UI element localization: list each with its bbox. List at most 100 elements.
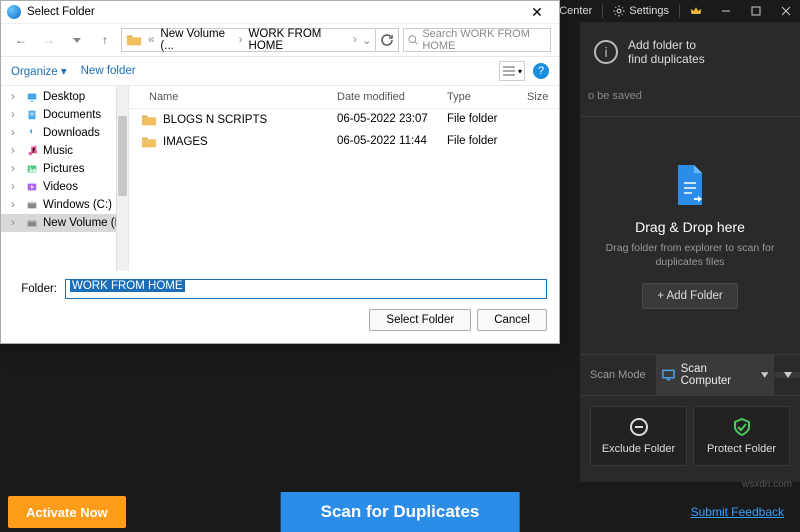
dialog-footer: Folder: WORK FROM HOME Select Folder Can…	[1, 271, 559, 343]
search-icon	[408, 34, 418, 46]
folder-icon	[141, 113, 157, 127]
dialog-body: ›Desktop›Documents›Downloads›Music›Pictu…	[1, 85, 559, 271]
organize-button[interactable]: Organize ▾	[11, 64, 67, 78]
dialog-close-button[interactable]: ✕	[521, 1, 553, 23]
dialog-sidebar: ›Desktop›Documents›Downloads›Music›Pictu…	[1, 86, 129, 271]
exclude-icon	[629, 417, 649, 437]
folder-icon	[141, 135, 157, 149]
hint-line1: Add folder to	[628, 38, 705, 52]
scan-mode-select[interactable]: Scan Computer	[656, 355, 774, 395]
settings-label: Settings	[629, 5, 669, 17]
expand-icon: ›	[11, 91, 21, 103]
file-name: IMAGES	[163, 136, 208, 148]
protect-label: Protect Folder	[707, 443, 776, 455]
forward-button[interactable]: →	[37, 28, 61, 52]
file-list-header[interactable]: Name Date modified Type Size	[129, 86, 559, 109]
item-icon	[25, 127, 39, 139]
folder-row: Folder: WORK FROM HOME	[13, 279, 547, 299]
select-folder-button[interactable]: Select Folder	[369, 309, 471, 331]
divider	[602, 4, 603, 18]
item-icon	[25, 181, 39, 193]
scan-mode-value: Scan Computer	[681, 363, 755, 387]
scan-mode-label: Scan Mode	[580, 361, 656, 389]
crown-button[interactable]	[682, 0, 710, 22]
sidebar-item[interactable]: ›Downloads	[1, 124, 128, 142]
drop-zone[interactable]: Drag & Drop here Drag folder from explor…	[580, 117, 800, 354]
new-folder-button[interactable]: New folder	[81, 65, 136, 77]
up-button[interactable]: ↑	[93, 28, 117, 52]
item-icon	[25, 163, 39, 175]
sidebar-label: New Volume (D	[43, 217, 123, 229]
recent-dropdown[interactable]	[65, 28, 89, 52]
col-type[interactable]: Type	[439, 91, 519, 103]
dialog-titlebar[interactable]: Select Folder ✕	[1, 1, 559, 23]
sidebar-item[interactable]: ›Desktop	[1, 88, 128, 106]
folder-input[interactable]: WORK FROM HOME	[65, 279, 547, 299]
minimize-button[interactable]	[712, 0, 740, 22]
chevron-down-icon	[73, 38, 81, 43]
col-name[interactable]: Name	[129, 91, 329, 103]
sidebar-scrollbar[interactable]	[116, 86, 128, 271]
dialog-nav: ← → ↑ « New Volume (... › WORK FROM HOME…	[1, 23, 559, 57]
drop-subtitle: Drag folder from explorer to scan for du…	[592, 241, 788, 269]
scan-duplicates-button[interactable]: Scan for Duplicates	[281, 492, 520, 532]
col-size[interactable]: Size	[519, 91, 559, 103]
file-size	[519, 113, 559, 127]
bottom-bar: Activate Now Scan for Duplicates Submit …	[0, 492, 800, 532]
info-icon: i	[594, 40, 618, 64]
breadcrumb[interactable]: « New Volume (... › WORK FROM HOME › ⌄	[121, 28, 399, 52]
file-row[interactable]: IMAGES06-05-2022 11:44File folder	[129, 131, 559, 153]
refresh-icon	[380, 33, 394, 47]
help-button[interactable]: ?	[533, 63, 549, 79]
chevron-left-icon: «	[146, 34, 156, 46]
submit-feedback-link[interactable]: Submit Feedback	[691, 505, 784, 519]
sidebar-item[interactable]: ›Windows (C:)	[1, 196, 128, 214]
back-button[interactable]: ←	[9, 28, 33, 52]
file-type: File folder	[439, 113, 519, 127]
activate-button[interactable]: Activate Now	[8, 496, 126, 528]
file-size	[519, 135, 559, 149]
breadcrumb-dropdown[interactable]: ⌄	[359, 33, 375, 47]
search-input[interactable]: Search WORK FROM HOME	[403, 28, 551, 52]
hint-line2: find duplicates	[628, 52, 705, 66]
scrollbar-thumb[interactable]	[118, 116, 127, 196]
divider	[679, 4, 680, 18]
sidebar-item[interactable]: ›Pictures	[1, 160, 128, 178]
maximize-button[interactable]	[742, 0, 770, 22]
sidebar-item[interactable]: ›Documents	[1, 106, 128, 124]
add-folder-button[interactable]: + Add Folder	[642, 283, 738, 309]
scan-mode-expand[interactable]	[774, 372, 800, 378]
col-date[interactable]: Date modified	[329, 91, 439, 103]
monitor-icon	[662, 369, 675, 381]
close-button[interactable]	[772, 0, 800, 22]
sidebar-item[interactable]: ›Music	[1, 142, 128, 160]
sidebar-label: Videos	[43, 181, 78, 193]
exclude-folder-button[interactable]: Exclude Folder	[590, 406, 687, 466]
cancel-button[interactable]: Cancel	[477, 309, 547, 331]
drop-title: Drag & Drop here	[635, 219, 745, 235]
gear-icon	[613, 5, 625, 17]
file-type: File folder	[439, 135, 519, 149]
folder-icon	[126, 31, 142, 49]
sidebar-label: Pictures	[43, 163, 85, 175]
protect-folder-button[interactable]: Protect Folder	[693, 406, 790, 466]
settings-button[interactable]: Settings	[605, 0, 677, 22]
expand-icon: ›	[11, 145, 21, 157]
refresh-button[interactable]	[375, 29, 398, 51]
shield-check-icon	[732, 417, 752, 437]
breadcrumb-seg-folder[interactable]: WORK FROM HOME	[245, 28, 351, 52]
be-saved-text: o be saved	[580, 76, 800, 117]
scan-mode-row: Scan Mode Scan Computer	[580, 354, 800, 396]
breadcrumb-seg-volume[interactable]: New Volume (...	[156, 28, 236, 52]
view-button[interactable]: ▾	[499, 61, 525, 81]
file-row[interactable]: BLOGS N SCRIPTS06-05-2022 23:07File fold…	[129, 109, 559, 131]
chevron-right-icon: ›	[237, 34, 245, 46]
sidebar-item[interactable]: ›Videos	[1, 178, 128, 196]
sidebar-label: Downloads	[43, 127, 100, 139]
sidebar-item[interactable]: ›New Volume (D	[1, 214, 128, 232]
folder-value: WORK FROM HOME	[70, 280, 185, 292]
minimize-icon	[721, 6, 731, 16]
add-folder-hint: i Add folder to find duplicates	[580, 28, 800, 76]
item-icon	[25, 91, 39, 103]
select-folder-dialog: Select Folder ✕ ← → ↑ « New Volume (... …	[0, 0, 560, 344]
